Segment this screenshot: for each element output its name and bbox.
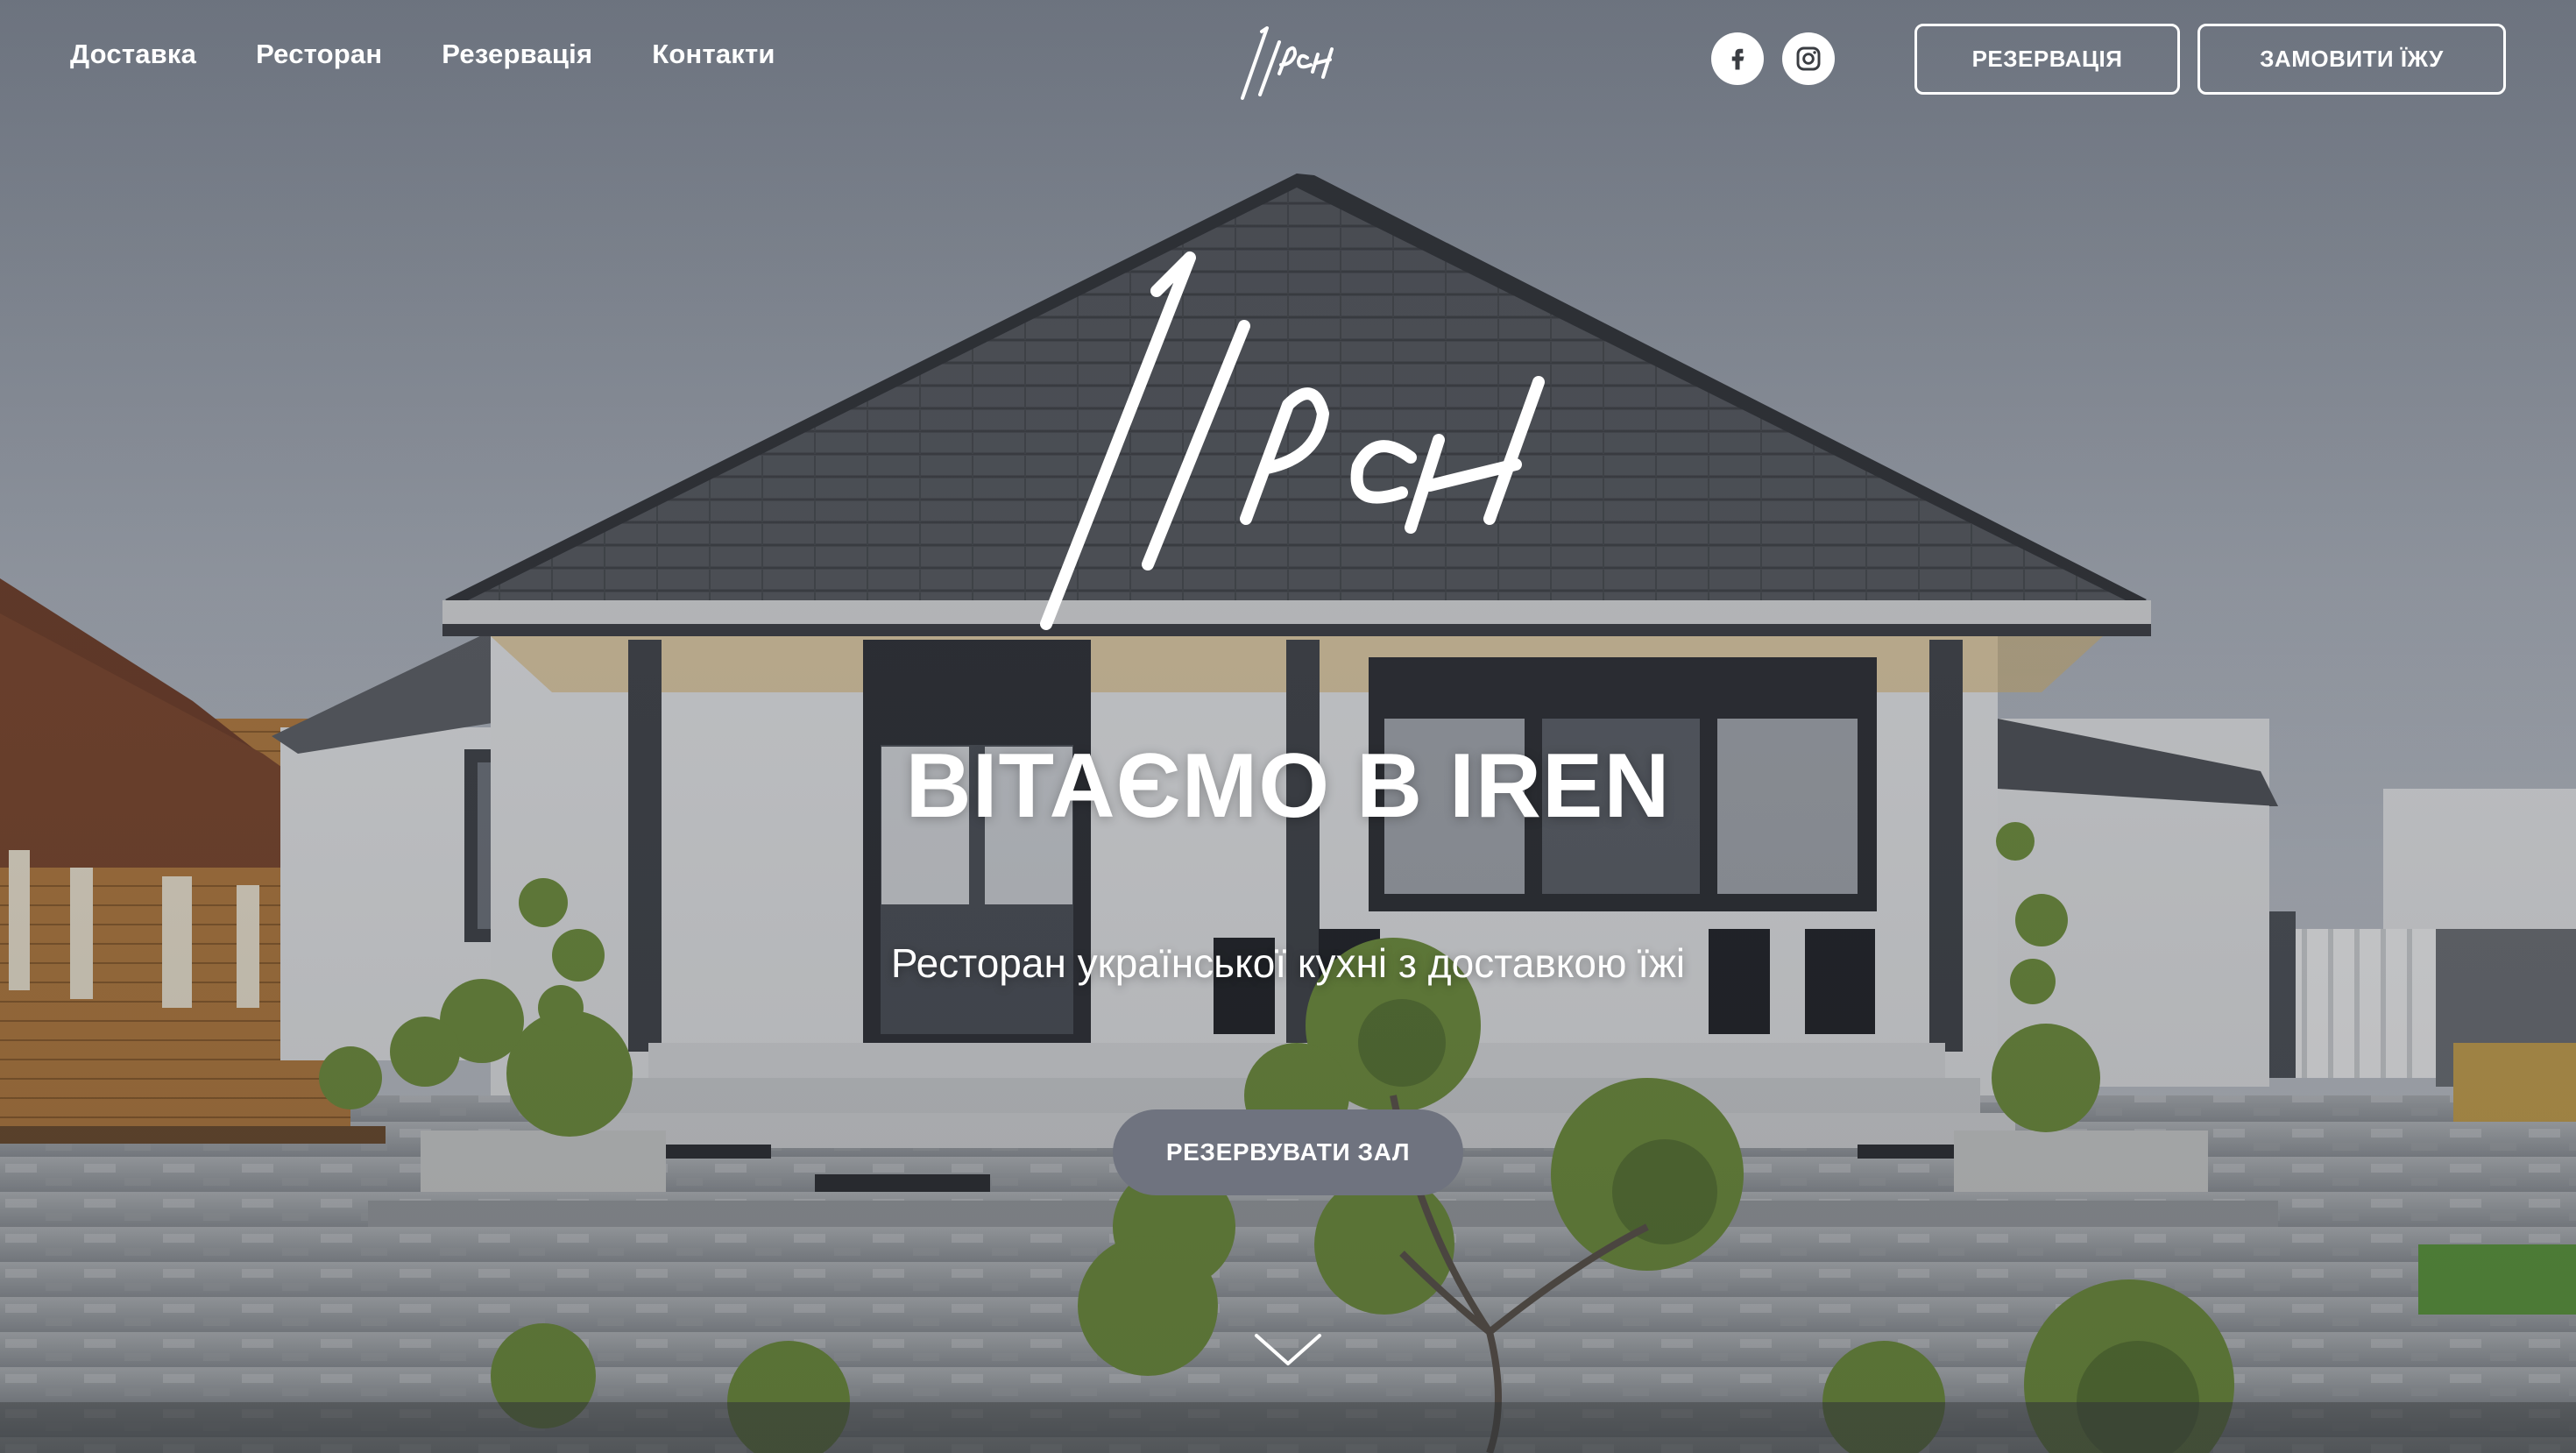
order-food-button[interactable]: ЗАМОВИТИ ЇЖУ: [2197, 24, 2506, 95]
reserve-hall-button[interactable]: РЕЗЕРВУВАТИ ЗАЛ: [1113, 1109, 1463, 1195]
hero-title: ВІТАЄМО В IREN: [905, 735, 1671, 837]
hero-subtitle: Ресторан української кухні з доставкою ї…: [890, 940, 1686, 986]
nav-item-restaurant[interactable]: Ресторан: [256, 39, 382, 70]
nav-item-reservation[interactable]: Резервація: [442, 39, 592, 70]
dark-overlay: [0, 0, 2576, 1453]
hero-logo: [1040, 252, 1545, 630]
chevron-down-icon[interactable]: [1253, 1330, 1323, 1369]
main-nav: Доставка Ресторан Резервація Контакти: [70, 39, 775, 70]
nav-item-contacts[interactable]: Контакти: [652, 39, 775, 70]
header-logo[interactable]: [1230, 16, 1344, 103]
social-links: [1711, 32, 1835, 85]
hero-section: Доставка Ресторан Резервація Контакти РЕ…: [0, 0, 2576, 1453]
instagram-icon[interactable]: [1782, 32, 1835, 85]
facebook-icon[interactable]: [1711, 32, 1764, 85]
reservation-button[interactable]: РЕЗЕРВАЦІЯ: [1914, 24, 2180, 95]
site-header: Доставка Ресторан Резервація Контакти РЕ…: [0, 0, 2576, 123]
nav-item-delivery[interactable]: Доставка: [70, 39, 196, 70]
